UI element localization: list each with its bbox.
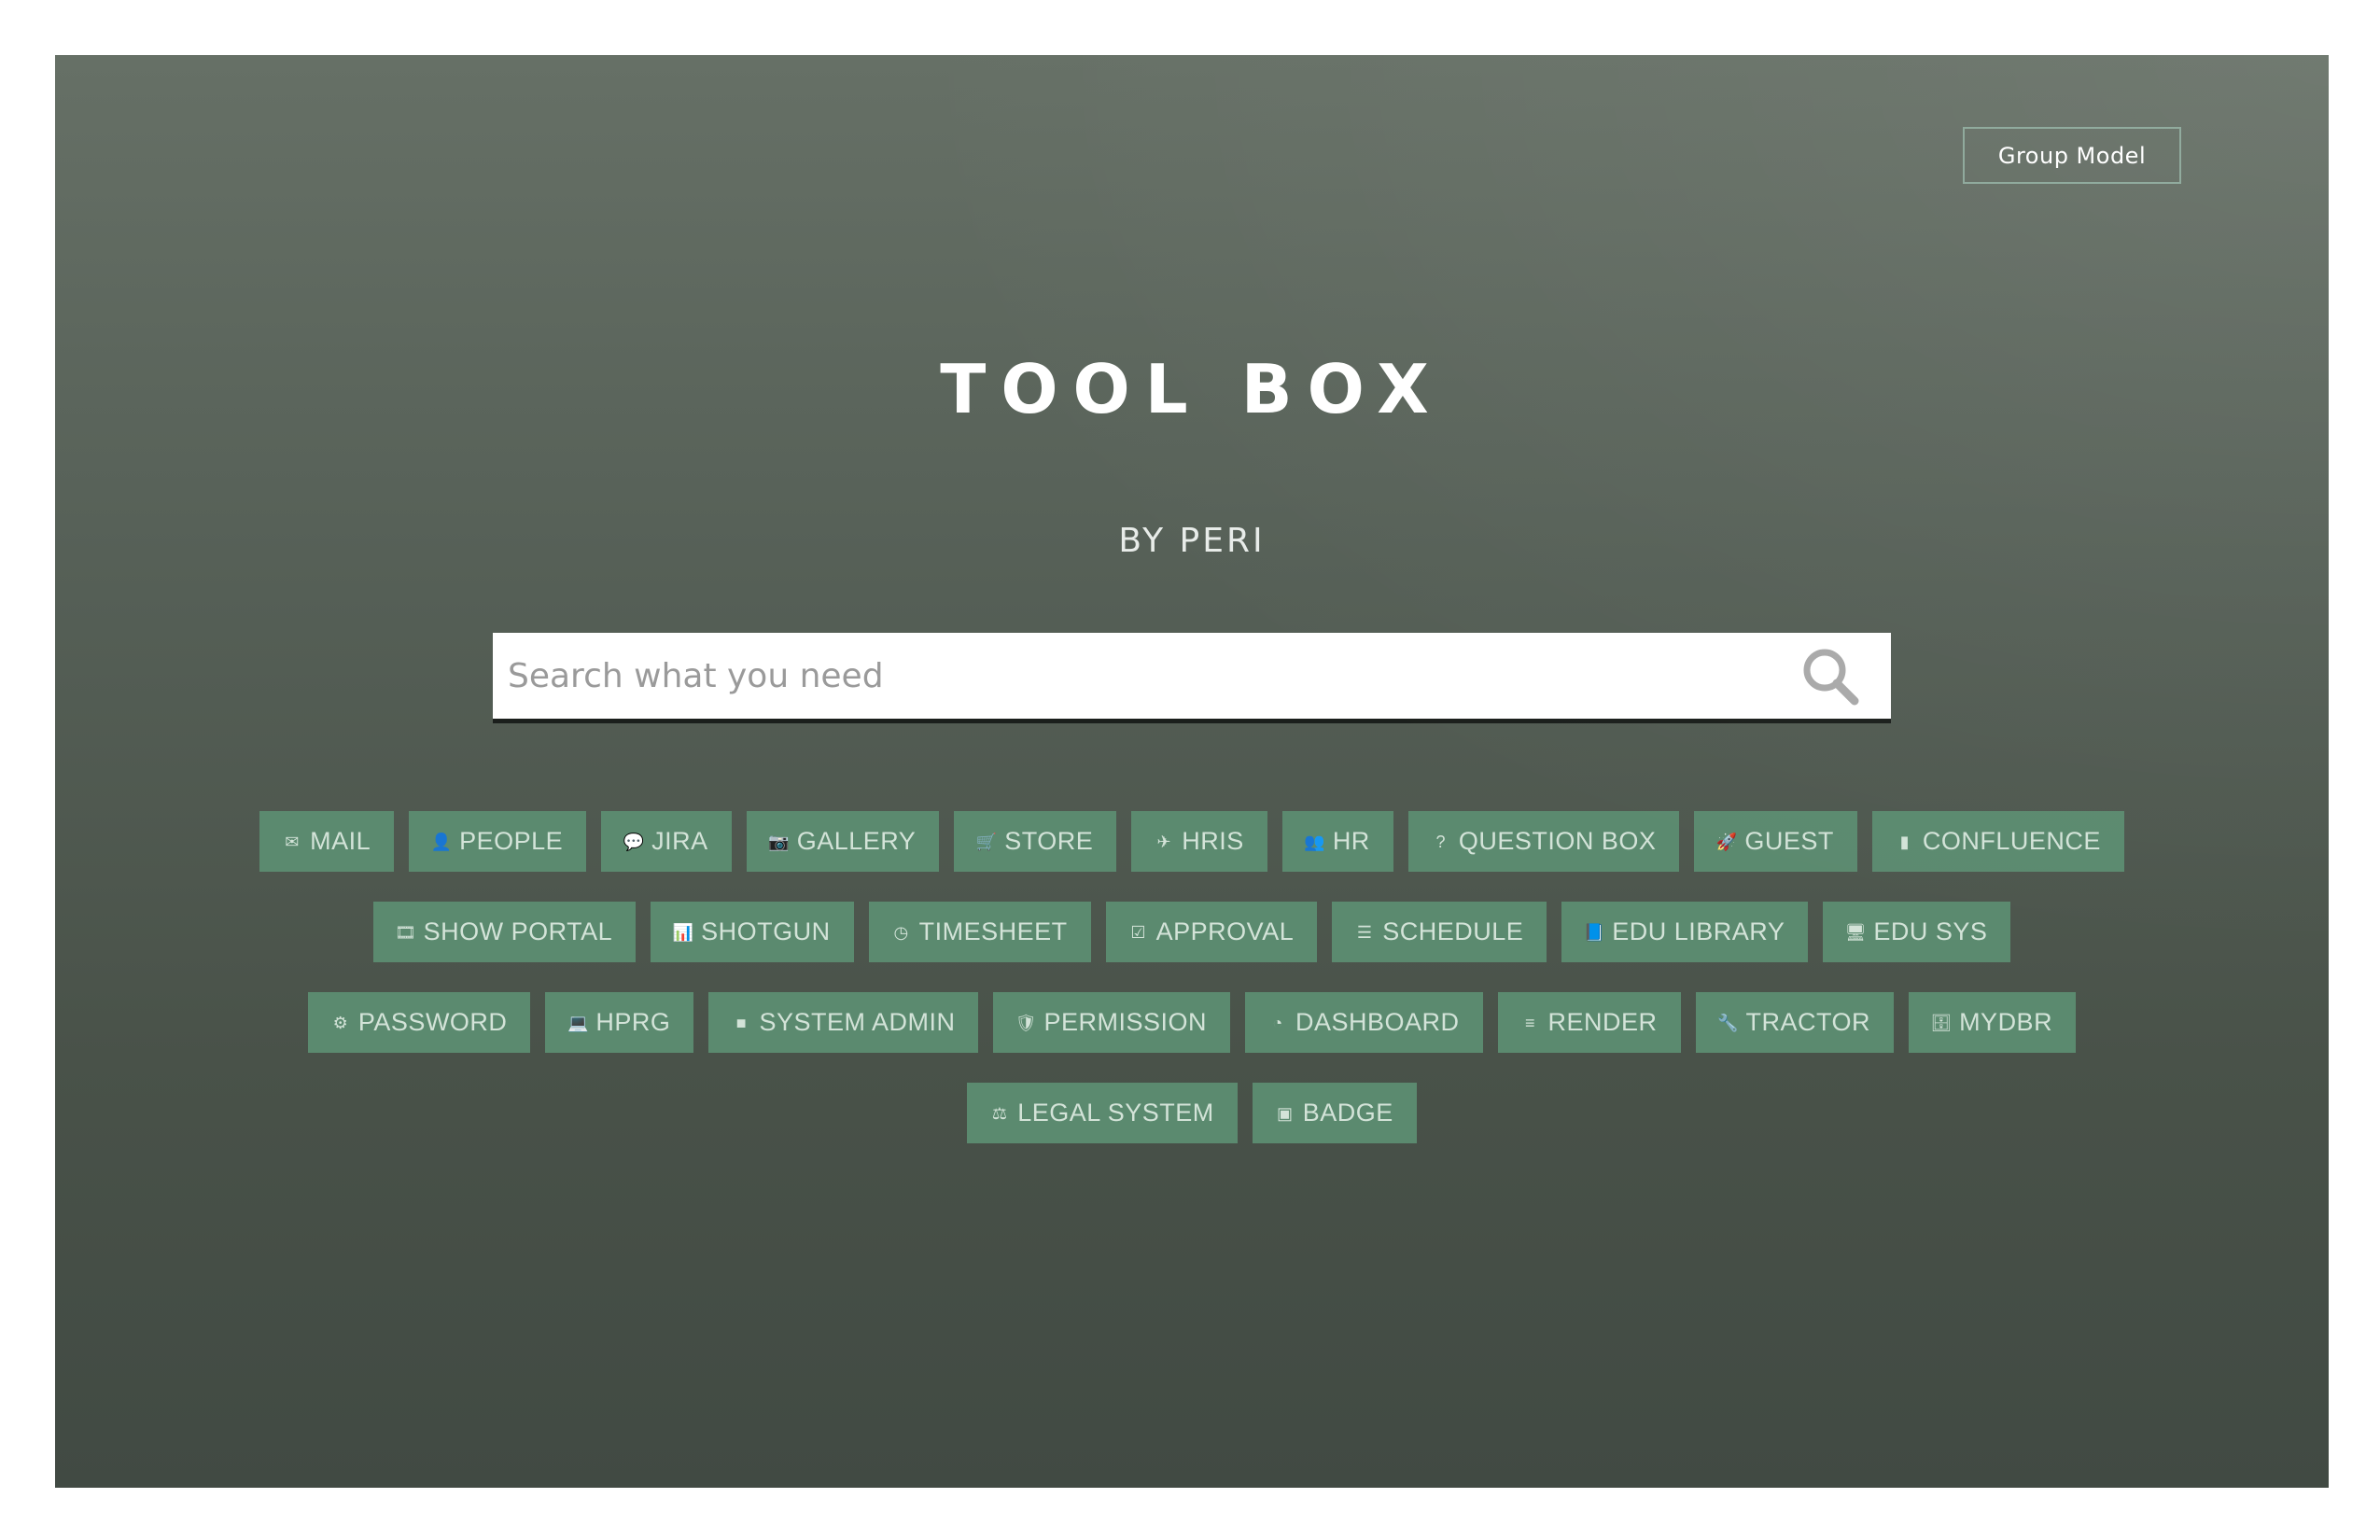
cart-icon: 🛒 — [975, 832, 998, 851]
camera-icon: 📷 — [768, 832, 791, 851]
tool-link-label: MAIL — [310, 827, 371, 855]
tool-link-gallery[interactable]: 📷 GALLERY — [746, 811, 940, 872]
wrench-icon: 🔧 — [1717, 1013, 1740, 1032]
tool-link-dashboard[interactable]: ◔ DASHBOARD — [1245, 992, 1483, 1053]
dashboard-icon: ◔ — [1272, 1013, 1283, 1032]
tool-link-label: LEGAL SYSTEM — [1017, 1099, 1214, 1127]
badge-icon: ▣ — [1277, 1103, 1294, 1123]
rocket-icon: 🚀 — [1715, 832, 1738, 851]
tool-row: ⚙ PASSWORD 💻 HPRG ■ SYSTEM ADMIN 🛡 PERMISSION ◔ D… — [55, 992, 2329, 1053]
tool-link-system-admin[interactable]: ■ SYSTEM ADMIN — [708, 992, 979, 1053]
tool-link-mydbr[interactable]: 🗄 MYDBR — [1909, 992, 2077, 1053]
tool-link-render[interactable]: ≡ RENDER — [1497, 992, 1681, 1053]
tool-link-label: MYDBR — [1959, 1008, 2053, 1036]
tool-link-shotgun[interactable]: 📊 SHOTGUN — [651, 902, 854, 962]
clock-icon: ◷ — [893, 922, 909, 942]
tool-link-label: PASSWORD — [357, 1008, 508, 1036]
tool-link-label: DASHBOARD — [1295, 1008, 1460, 1036]
tool-link-jira[interactable]: 💬 JIRA — [601, 811, 732, 872]
tool-row: ⚖ LEGAL SYSTEM ▣ BADGE — [55, 1083, 2329, 1143]
tool-links: ✉ MAIL 👤 PEOPLE 💬 JIRA 📷 GALLERY 🛒 STORE ✈ HRIS 👥 HR?… — [55, 811, 2329, 1173]
search-icon[interactable] — [1788, 633, 1872, 719]
list-icon: ☰ — [1356, 922, 1373, 942]
film-icon: 🎞 — [394, 922, 417, 942]
tool-link-timesheet[interactable]: ◷ TIMESHEET — [868, 902, 1091, 962]
tool-link-tractor[interactable]: 🔧 TRACTOR — [1695, 992, 1895, 1053]
tool-link-label: STORE — [1004, 827, 1094, 855]
tool-link-guest[interactable]: 🚀 GUEST — [1694, 811, 1857, 872]
tool-row: ✉ MAIL 👤 PEOPLE 💬 JIRA 📷 GALLERY 🛒 STORE ✈ HRIS 👥 HR?… — [55, 811, 2329, 872]
question-icon: ? — [1435, 832, 1447, 851]
tool-link-store[interactable]: 🛒 STORE — [954, 811, 1117, 872]
tool-link-label: CONFLUENCE — [1922, 827, 2101, 855]
tool-link-label: BADGE — [1302, 1099, 1393, 1127]
tool-link-confluence[interactable]: ▮ CONFLUENCE — [1871, 811, 2124, 872]
tool-link-approval[interactable]: ☑ APPROVAL — [1105, 902, 1318, 962]
tool-link-legal-system[interactable]: ⚖ LEGAL SYSTEM — [967, 1083, 1238, 1143]
tool-link-label: SCHEDULE — [1382, 917, 1524, 945]
plane-icon: ✈ — [1156, 832, 1172, 851]
book-icon: ▮ — [1899, 832, 1911, 851]
desktop-icon: 🖥 — [1844, 922, 1868, 942]
tool-link-label: TRACTOR — [1745, 1008, 1871, 1036]
page-subtitle: BY PERI — [1118, 522, 1266, 560]
tool-link-label: EDU LIBRARY — [1612, 917, 1785, 945]
tool-link-label: GUEST — [1744, 827, 1834, 855]
tool-link-label: PERMISSION — [1043, 1008, 1207, 1036]
tool-link-label: SHOTGUN — [701, 917, 831, 945]
comments-icon: 💬 — [623, 832, 645, 851]
tool-link-label: SHOW PORTAL — [423, 917, 613, 945]
page-title: TOOL BOX — [940, 350, 1444, 428]
tool-link-label: HR — [1332, 827, 1370, 855]
user-icon: 👤 — [430, 832, 453, 851]
tool-link-label: SYSTEM ADMIN — [759, 1008, 956, 1036]
tool-link-hprg[interactable]: 💻 HPRG — [545, 992, 694, 1053]
tool-link-badge[interactable]: ▣ BADGE — [1252, 1083, 1417, 1143]
tool-link-label: RENDER — [1547, 1008, 1658, 1036]
tool-link-mail[interactable]: ✉ MAIL — [259, 811, 395, 872]
tool-link-label: EDU SYS — [1873, 917, 1988, 945]
tool-link-label: PEOPLE — [459, 827, 564, 855]
tool-link-show-portal[interactable]: 🎞 SHOW PORTAL — [372, 902, 637, 962]
tool-link-label: HRIS — [1182, 827, 1244, 855]
tool-link-schedule[interactable]: ☰ SCHEDULE — [1332, 902, 1547, 962]
search-input[interactable] — [493, 633, 1788, 719]
tool-link-permission[interactable]: 🛡 PERMISSION — [993, 992, 1230, 1053]
book-icon: 📘 — [1583, 922, 1605, 942]
tool-link-people[interactable]: 👤 PEOPLE — [409, 811, 587, 872]
sliders-icon: ≡ — [1525, 1013, 1536, 1032]
tool-row: 🎞 SHOW PORTAL 📊 SHOTGUN ◷ TIMESHEET ☑ APPROVAL ☰… — [55, 902, 2329, 962]
tool-link-edu-sys[interactable]: 🖥 EDU SYS — [1823, 902, 2011, 962]
shield-icon: 🛡 — [1015, 1013, 1038, 1032]
toolbox-page: Group Model TOOL BOX BY PERI ✉ MAIL 👤 PEOPL… — [55, 55, 2329, 1488]
bar-chart-icon: 📊 — [672, 922, 694, 942]
laptop-icon: 💻 — [567, 1013, 589, 1032]
tool-link-label: HPRG — [595, 1008, 671, 1036]
envelope-icon: ✉ — [285, 832, 300, 851]
group-model-button[interactable]: Group Model — [1963, 127, 2181, 184]
tool-link-label: APPROVAL — [1155, 917, 1295, 945]
check-square-icon: ☑ — [1130, 922, 1146, 942]
tool-link-label: JIRA — [651, 827, 708, 855]
tool-link-label: QUESTION BOX — [1458, 827, 1657, 855]
tool-link-label: GALLERY — [796, 827, 917, 855]
tool-link-edu-library[interactable]: 📘 EDU LIBRARY — [1561, 902, 1809, 962]
server-icon: ■ — [735, 1013, 748, 1032]
tool-link-hris[interactable]: ✈ HRIS — [1131, 811, 1267, 872]
tool-link-password[interactable]: ⚙ PASSWORD — [307, 992, 531, 1053]
tool-link-question-box[interactable]: ? QUESTION BOX — [1407, 811, 1680, 872]
search-bar — [493, 633, 1891, 723]
tool-link-label: TIMESHEET — [918, 917, 1068, 945]
tool-link-hr[interactable]: 👥 HR — [1281, 811, 1393, 872]
database-icon: 🗄 — [1930, 1013, 1953, 1032]
gavel-icon: ⚖ — [991, 1103, 1008, 1123]
users-icon: 👥 — [1304, 832, 1326, 851]
gears-icon: ⚙ — [332, 1013, 349, 1032]
